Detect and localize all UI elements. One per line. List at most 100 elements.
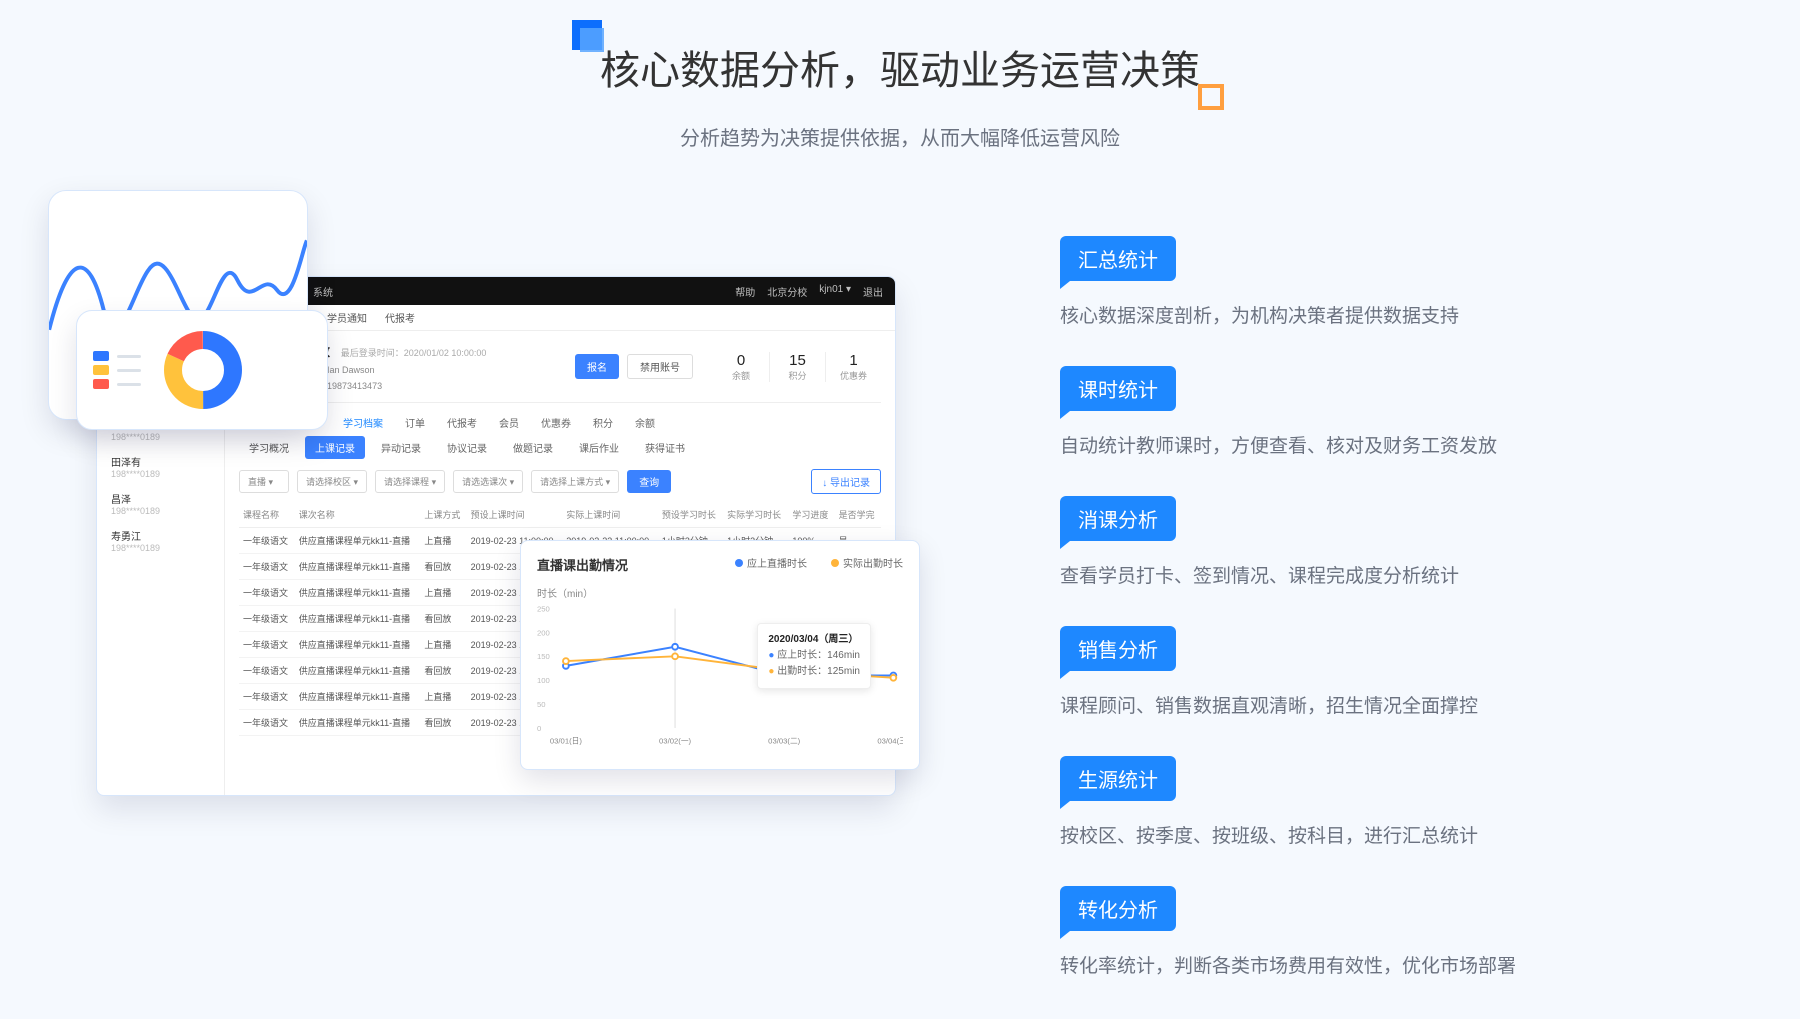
feature-item: 课时统计 自动统计教师课时，方便查看、核对及财务工资发放 (1060, 366, 1580, 458)
feature-desc: 自动统计教师课时，方便查看、核对及财务工资发放 (1060, 431, 1580, 458)
svg-text:50: 50 (537, 700, 546, 709)
feature-item: 消课分析 查看学员打卡、签到情况、课程完成度分析统计 (1060, 496, 1580, 588)
export-button[interactable]: ↓ 导出记录 (811, 469, 881, 494)
filter-lesson[interactable]: 请选选课次 (453, 470, 523, 493)
feature-tag: 汇总统计 (1060, 236, 1176, 281)
profile-stat: 15积分 (769, 352, 825, 382)
feature-item: 销售分析 课程顾问、销售数据直观清晰，招生情况全面撑控 (1060, 626, 1580, 718)
file-tabs: 咨询记录报名学习档案订单代报考会员优惠券积分余额 (239, 415, 881, 430)
feature-desc: 转化率统计，判断各类市场费用有效性，优化市场部署 (1060, 951, 1580, 978)
table-header: 是否学完 (835, 502, 881, 528)
svg-text:100: 100 (537, 676, 550, 685)
feature-tag: 消课分析 (1060, 496, 1176, 541)
svg-text:03/02(一): 03/02(一) (659, 736, 691, 745)
table-header: 课程名称 (239, 502, 295, 528)
pill-tab[interactable]: 课后作业 (569, 436, 629, 459)
table-header: 上课方式 (420, 502, 466, 528)
table-header: 学习进度 (788, 502, 834, 528)
pill-tab[interactable]: 学习概况 (239, 436, 299, 459)
chart-ylabel: 时长（min） (537, 585, 903, 600)
donut-legend-item (93, 379, 141, 389)
feature-item: 转化分析 转化率统计，判断各类市场费用有效性，优化市场部署 (1060, 886, 1580, 978)
sidebar-student[interactable]: 昌泽198****0189 (97, 485, 224, 522)
feature-tag: 课时统计 (1060, 366, 1176, 411)
hero-subtitle: 分析趋势为决策提供依据，从而大幅降低运营风险 (0, 122, 1800, 151)
profile-account: Ian Dawson (327, 365, 375, 375)
feature-item: 汇总统计 核心数据深度剖析，为机构决策者提供数据支持 (1060, 236, 1580, 328)
disable-account-button[interactable]: 禁用账号 (627, 354, 693, 379)
filter-bar: 直播 请选择校区 请选择课程 请选选课次 请选择上课方式 查询 ↓ 导出记录 (239, 469, 881, 494)
svg-text:03/03(二): 03/03(二) (768, 736, 800, 745)
profile-stat: 1优惠券 (825, 352, 881, 382)
attendance-chart-card: 直播课出勤情况 应上直播时长 实际出勤时长 时长（min） 0 50 100 150 20… (520, 540, 920, 770)
sidebar-student[interactable]: 寿勇江198****0189 (97, 522, 224, 559)
enroll-button[interactable]: 报名 (575, 354, 619, 379)
pill-tab[interactable]: 异动记录 (371, 436, 431, 459)
filter-campus[interactable]: 请选择校区 (297, 470, 367, 493)
file-tab[interactable]: 积分 (593, 415, 613, 430)
filter-method[interactable]: 请选择上课方式 (531, 470, 619, 493)
file-tab[interactable]: 订单 (405, 415, 425, 430)
donut-legend-item (93, 351, 141, 361)
profile-phone: 19873413473 (327, 381, 382, 391)
chart-title: 直播课出勤情况 (537, 558, 628, 573)
pill-tabs: 学习概况上课记录异动记录协议记录做题记录课后作业获得证书 (239, 436, 881, 459)
feature-item: 生源统计 按校区、按季度、按班级、按科目，进行汇总统计 (1060, 756, 1580, 848)
file-tab[interactable]: 会员 (499, 415, 519, 430)
chart-tooltip: 2020/03/04（周三） ● 应上时长：146min ● 出勤时长：125m… (757, 623, 871, 689)
topbar-campus[interactable]: 北京分校 (767, 284, 807, 299)
topbar-help[interactable]: 帮助 (735, 284, 755, 299)
file-tab[interactable]: 优惠券 (541, 415, 571, 430)
table-header: 预设学习时长 (658, 502, 723, 528)
table-header: 实际上课时间 (562, 502, 658, 528)
hero-title-text: 核心数据分析，驱动业务运营决策 (600, 49, 1200, 93)
svg-text:200: 200 (537, 628, 550, 637)
sidebar-student[interactable]: 田泽有198****0189 (97, 448, 224, 485)
feature-tag: 生源统计 (1060, 756, 1176, 801)
chart-legend: 应上直播时长 实际出勤时长 (711, 555, 903, 570)
topbar-exit[interactable]: 退出 (863, 284, 883, 299)
subnav-item[interactable]: 学员通知 (327, 310, 367, 325)
svg-text:03/04(三): 03/04(三) (877, 736, 903, 745)
decor-square-orange (1198, 84, 1224, 110)
pill-tab[interactable]: 获得证书 (635, 436, 695, 459)
feature-tag: 转化分析 (1060, 886, 1176, 931)
file-tab[interactable]: 学习档案 (343, 415, 383, 430)
feature-desc: 按校区、按季度、按班级、按科目，进行汇总统计 (1060, 821, 1580, 848)
donut-card (76, 310, 328, 430)
filter-type[interactable]: 直播 (239, 470, 289, 493)
feature-list: 汇总统计 核心数据深度剖析，为机构决策者提供数据支持 课时统计 自动统计教师课时… (1060, 236, 1580, 1016)
file-tab[interactable]: 余额 (635, 415, 655, 430)
pill-tab[interactable]: 上课记录 (305, 436, 365, 459)
file-tab[interactable]: 代报考 (447, 415, 477, 430)
feature-desc: 课程顾问、销售数据直观清晰，招生情况全面撑控 (1060, 691, 1580, 718)
topbar-user[interactable]: kjn01 ▾ (819, 284, 851, 299)
profile-block: 仝卿致 最后登录时间：2020/01/02 10:00:00 用户户：Ian D… (239, 341, 881, 403)
decor-square-lightblue (580, 28, 604, 52)
svg-text:0: 0 (537, 724, 541, 733)
table-header: 课次名称 (295, 502, 421, 528)
donut-legend (93, 347, 141, 393)
legend-item: 实际出勤时长 (819, 559, 903, 570)
profile-last-login: 最后登录时间：2020/01/02 10:00:00 (341, 348, 487, 358)
table-header: 预设上课时间 (467, 502, 563, 528)
svg-text:250: 250 (537, 604, 550, 613)
svg-text:150: 150 (537, 652, 550, 661)
filter-course[interactable]: 请选择课程 (375, 470, 445, 493)
svg-text:03/01(日): 03/01(日) (550, 736, 582, 745)
donut-legend-item (93, 365, 141, 375)
profile-stat: 0余额 (713, 352, 769, 382)
donut-chart (159, 326, 247, 414)
feature-desc: 查看学员打卡、签到情况、课程完成度分析统计 (1060, 561, 1580, 588)
legend-item: 应上直播时长 (723, 559, 807, 570)
feature-tag: 销售分析 (1060, 626, 1176, 671)
table-header: 实际学习时长 (723, 502, 788, 528)
subnav-item[interactable]: 代报考 (385, 310, 415, 325)
topnav-item[interactable]: 系统 (313, 284, 333, 299)
feature-desc: 核心数据深度剖析，为机构决策者提供数据支持 (1060, 301, 1580, 328)
hero-title: 核心数据分析，驱动业务运营决策 (600, 38, 1200, 96)
search-button[interactable]: 查询 (627, 470, 671, 493)
pill-tab[interactable]: 做题记录 (503, 436, 563, 459)
hero: 核心数据分析，驱动业务运营决策 分析趋势为决策提供依据，从而大幅降低运营风险 (0, 0, 1800, 151)
pill-tab[interactable]: 协议记录 (437, 436, 497, 459)
